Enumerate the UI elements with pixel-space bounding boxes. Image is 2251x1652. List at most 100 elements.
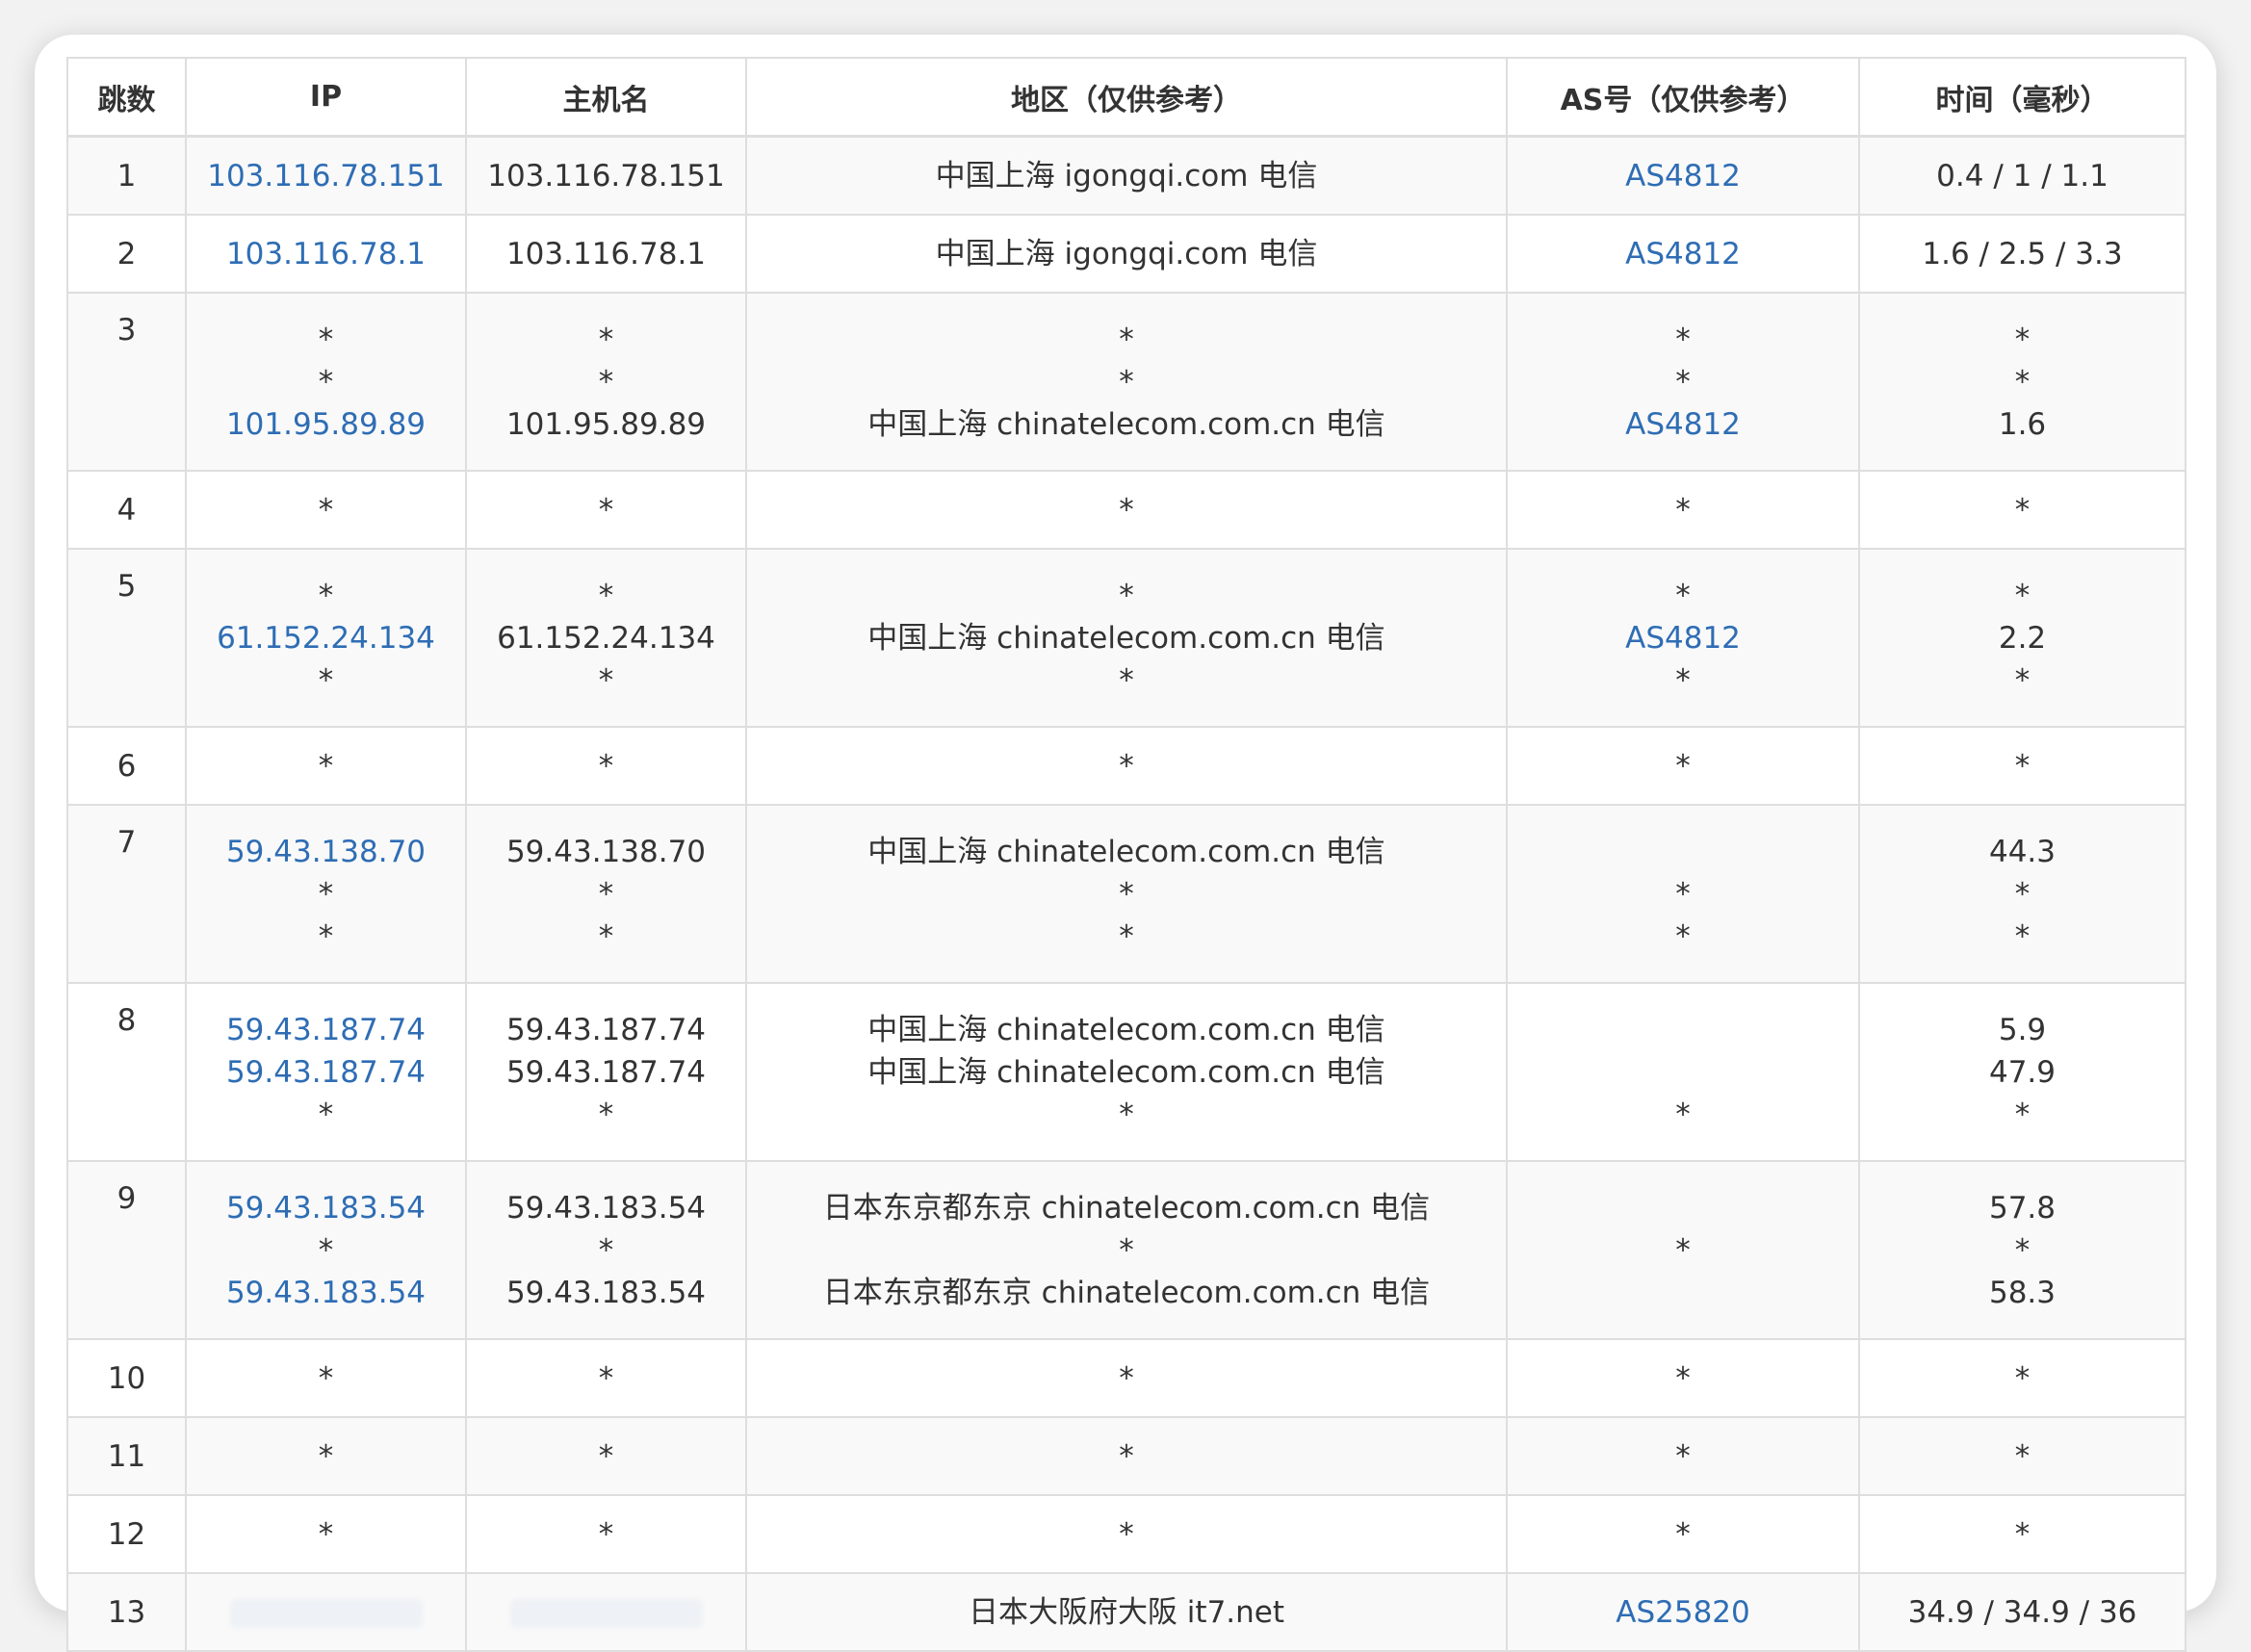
region-cell: 日本东京都东京 chinatelecom.com.cn 电信 * 日本东京都东京 c… — [745, 1160, 1508, 1340]
redacted-line — [467, 1591, 745, 1634]
as-number-link[interactable]: AS4812 — [1508, 155, 1858, 197]
region-cell: * — [745, 726, 1508, 806]
timeout-marker: * — [598, 1097, 614, 1132]
ip-address-link[interactable]: 59.43.183.54 — [187, 1272, 465, 1314]
ip-address-link[interactable]: 101.95.89.89 — [187, 403, 465, 446]
latency-text: 47.9 — [1988, 1054, 2057, 1090]
as-number-link[interactable]: AS4812 — [1508, 403, 1858, 446]
ip-cell: 59.43.187.74 59.43.187.74 * — [185, 982, 467, 1162]
timeout-marker: * — [1119, 1516, 1134, 1552]
hop-number: 11 — [66, 1416, 187, 1496]
ip-address-link[interactable]: 61.152.24.134 — [187, 617, 465, 659]
hostname-text: 103.116.78.1 — [505, 236, 707, 271]
redacted-placeholder — [509, 1599, 703, 1628]
redacted-line — [187, 1591, 465, 1634]
table-row: 7 59.43.138.70 * * 59.43.138.70 * * 中国上海 chinat… — [66, 804, 2186, 984]
region-text: 日本大阪府大阪 it7.net — [968, 1594, 1285, 1630]
timeout-marker: * — [1119, 1232, 1134, 1268]
as-cell: * — [1506, 982, 1860, 1162]
timeout-marker: * — [318, 1232, 334, 1268]
column-header-hop: 跳数 — [66, 57, 187, 138]
as-cell: * — [1506, 726, 1860, 806]
ip-cell: * * 101.95.89.89 — [185, 292, 467, 472]
timeout-marker: * — [318, 1516, 334, 1552]
time-cell: 0.4 / 1 / 1.1 — [1858, 135, 2186, 216]
timeout-marker: * — [1675, 364, 1691, 400]
as-cell: * * — [1506, 804, 1860, 984]
timeout-marker: * — [598, 492, 614, 528]
timeout-marker: * — [2014, 1097, 2031, 1132]
table-header-row: 跳数 IP 主机名 地区（仅供参考） AS号（仅供参考） 时间（毫秒） — [66, 57, 2186, 138]
region-text: 中国上海 chinatelecom.com.cn 电信 — [867, 1054, 1385, 1090]
as-cell: * — [1506, 470, 1860, 550]
hostname-text: 59.43.183.54 — [505, 1190, 707, 1226]
region-cell: 日本大阪府大阪 it7.net — [745, 1572, 1508, 1652]
timeout-marker: * — [1675, 662, 1691, 698]
timeout-marker: * — [2014, 1360, 2031, 1396]
table-body: 1 103.116.78.151 103.116.78.151 中国上海 igongq… — [66, 135, 2186, 1652]
timeout-marker: * — [2014, 364, 2031, 400]
as-number-link — [1508, 1272, 1858, 1314]
as-number-link[interactable]: AS25820 — [1508, 1591, 1858, 1634]
region-cell: * — [745, 1338, 1508, 1418]
traceroute-card: 跳数 IP 主机名 地区（仅供参考） AS号（仅供参考） 时间（毫秒） 1 103… — [35, 35, 2216, 1652]
ip-address-link[interactable]: 59.43.138.70 — [187, 831, 465, 873]
timeout-marker: * — [598, 578, 614, 613]
time-cell: * — [1858, 1494, 2186, 1574]
timeout-marker: * — [598, 1438, 614, 1474]
timeout-marker: * — [1119, 578, 1134, 613]
timeout-marker: * — [598, 322, 614, 357]
ip-address-link[interactable]: 103.116.78.151 — [187, 155, 465, 197]
as-number-link[interactable]: AS4812 — [1508, 233, 1858, 275]
as-cell: AS4812 — [1506, 214, 1860, 294]
timeout-marker: * — [318, 1097, 334, 1132]
column-header-time: 时间（毫秒） — [1858, 57, 2186, 138]
timeout-marker: * — [1675, 876, 1691, 912]
hostname-cell: 103.116.78.151 — [465, 135, 747, 216]
latency-text: 57.8 — [1988, 1190, 2057, 1226]
ip-cell: 103.116.78.151 — [185, 135, 467, 216]
ip-address-link[interactable]: 59.43.187.74 — [187, 1009, 465, 1051]
ip-cell: * — [185, 1494, 467, 1574]
ip-address-link[interactable]: 103.116.78.1 — [187, 233, 465, 275]
time-cell: * — [1858, 1338, 2186, 1418]
region-text: 日本东京都东京 chinatelecom.com.cn 电信 — [822, 1275, 1431, 1310]
as-cell: * * AS4812 — [1506, 292, 1860, 472]
latency-text: 2.2 — [1998, 620, 2047, 656]
time-cell: 1.6 / 2.5 / 3.3 — [1858, 214, 2186, 294]
timeout-marker: * — [598, 1232, 614, 1268]
column-header-as: AS号（仅供参考） — [1506, 57, 1860, 138]
hostname-text: 101.95.89.89 — [505, 406, 707, 442]
region-cell: 中国上海 chinatelecom.com.cn 电信 * * — [745, 804, 1508, 984]
timeout-marker: * — [2014, 662, 2031, 698]
table-row: 11 * * * * * — [66, 1416, 2186, 1496]
ip-address-link[interactable]: 59.43.187.74 — [187, 1051, 465, 1094]
timeout-marker: * — [1119, 918, 1134, 954]
hop-number: 1 — [66, 135, 187, 216]
timeout-marker: * — [1119, 1360, 1134, 1396]
hop-number: 12 — [66, 1494, 187, 1574]
as-number-link[interactable]: AS4812 — [1508, 617, 1858, 659]
as-cell: * AS4812 * — [1506, 548, 1860, 728]
as-cell: AS4812 — [1506, 135, 1860, 216]
timeout-marker: * — [598, 1516, 614, 1552]
column-header-ip: IP — [185, 57, 467, 138]
latency-text: 0.4 / 1 / 1.1 — [1936, 158, 2109, 194]
hostname-text: 59.43.187.74 — [505, 1054, 707, 1090]
timeout-marker: * — [1675, 918, 1691, 954]
ip-cell — [185, 1572, 467, 1652]
ip-address-link[interactable]: 59.43.183.54 — [187, 1187, 465, 1229]
timeout-marker: * — [2014, 492, 2031, 528]
hostname-cell: * — [465, 726, 747, 806]
table-row: 12 * * * * * — [66, 1494, 2186, 1574]
timeout-marker: * — [2014, 876, 2031, 912]
as-cell: * — [1506, 1338, 1860, 1418]
as-cell: AS25820 — [1506, 1572, 1860, 1652]
hop-number: 9 — [66, 1160, 187, 1340]
time-cell: * * 1.6 — [1858, 292, 2186, 472]
region-text: 日本东京都东京 chinatelecom.com.cn 电信 — [822, 1190, 1431, 1226]
latency-text: 5.9 — [1998, 1012, 2047, 1047]
hostname-cell: * * 101.95.89.89 — [465, 292, 747, 472]
region-cell: 中国上海 igongqi.com 电信 — [745, 135, 1508, 216]
timeout-marker: * — [598, 662, 614, 698]
